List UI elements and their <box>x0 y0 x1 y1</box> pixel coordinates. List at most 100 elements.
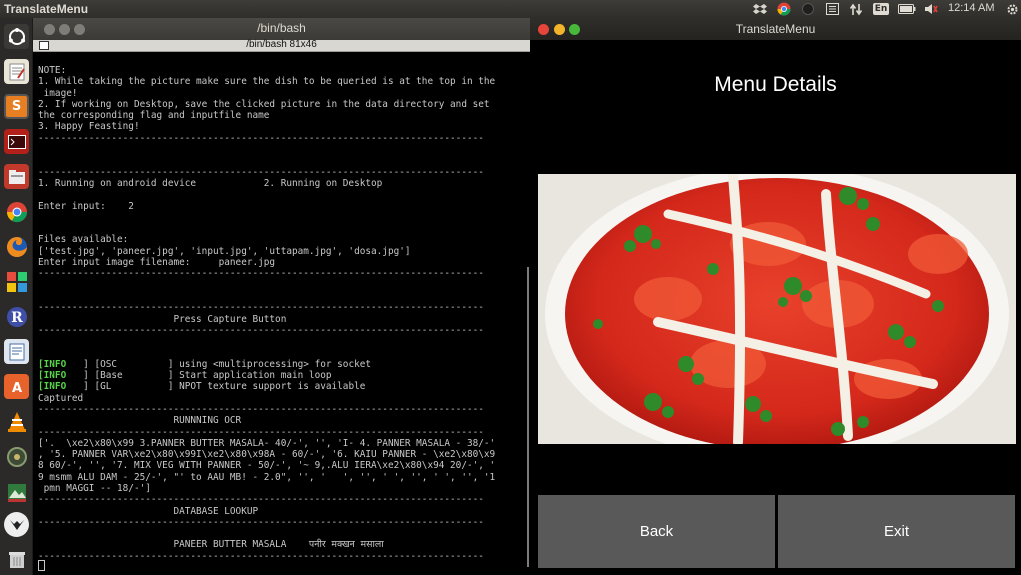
terminal-line: ----------------------------------------… <box>38 517 495 528</box>
exit-button[interactable]: Exit <box>778 495 1015 568</box>
terminal-lines: NOTE: 1. While taking the picture make su… <box>38 65 495 562</box>
vlc-icon[interactable] <box>4 409 29 434</box>
terminal-line-text: 8 60/-', '', '7. MIX VEG WITH PANNER - 5… <box>38 460 496 472</box>
terminal-line-text: 9 msmm ALU DAM - 25/-', "' to AAU MB! - … <box>38 471 496 483</box>
libreoffice-icon[interactable] <box>4 269 29 294</box>
terminal-line: Files available: <box>38 234 495 245</box>
terminal-line-text: image! <box>38 87 78 99</box>
volume-icon[interactable] <box>923 1 939 17</box>
terminal-line: ----------------------------------------… <box>38 427 495 438</box>
terminal-line-text: ['. \xe2\x80\x99 3.PANNER BUTTER MASALA-… <box>38 437 496 449</box>
terminal-scrollbar[interactable] <box>527 267 529 567</box>
terminal-cursor <box>38 560 45 571</box>
log-level-tag: [INFO <box>38 381 67 393</box>
page-title: Menu Details <box>714 73 837 96</box>
terminal-line-text: pmn MAGGI -- 18/-'] <box>38 482 151 494</box>
terminal-line-text: ] [Base ] Start application main loop <box>66 370 332 382</box>
svg-text:R: R <box>11 310 23 326</box>
terminal-line-text: DATABASE LOOKUP <box>38 505 259 517</box>
terminal-line: ----------------------------------------… <box>38 167 495 178</box>
terminal-line: 8 60/-', '', '7. MIX VEG WITH PANNER - 5… <box>38 460 495 471</box>
document-viewer-icon[interactable] <box>4 339 29 364</box>
terminal-line-text <box>38 223 44 234</box>
text-editor-icon[interactable] <box>4 59 29 84</box>
terminal-line-text: ----------------------------------------… <box>38 132 484 144</box>
terminal-line: image! <box>38 88 495 99</box>
notes-icon[interactable] <box>824 1 840 17</box>
dish-image <box>538 174 1016 444</box>
terminal-line: ----------------------------------------… <box>38 551 495 562</box>
tray-icon[interactable] <box>800 1 816 17</box>
log-level-tag: [INFO <box>38 358 67 370</box>
r-icon[interactable]: R <box>4 304 29 329</box>
terminal-line: 1. Running on android device 2. Running … <box>38 178 495 189</box>
terminal-line: 9 msmm ALU DAM - 25/-', "' to AAU MB! - … <box>38 472 495 483</box>
svg-text:A: A <box>11 381 21 396</box>
file-manager-icon[interactable] <box>4 164 29 189</box>
terminal-line-text <box>38 347 44 358</box>
terminal-output[interactable]: NOTE: 1. While taking the picture make su… <box>33 52 530 575</box>
top-panel: TranslateMenu En 12:14 AM <box>0 0 1021 18</box>
firefox-icon[interactable] <box>4 234 29 259</box>
terminal-line: NOTE: <box>38 65 495 76</box>
terminal-titlebar[interactable]: /bin/bash <box>33 18 530 40</box>
terminal-line: PANEER BUTTER MASALA पनीर मक्खन मसाला <box>38 539 495 550</box>
terminal-line: ----------------------------------------… <box>38 133 495 144</box>
terminal-line-text: 1. Running on android device 2. Running … <box>38 177 383 189</box>
system-tool-icon[interactable] <box>4 444 29 469</box>
terminal-line-text: ['test.jpg', 'paneer.jpg', 'input.jpg', … <box>38 245 411 257</box>
terminal-line-text: ----------------------------------------… <box>38 403 484 415</box>
terminal-line <box>38 528 495 539</box>
clock[interactable]: 12:14 AM <box>948 2 994 14</box>
terminal-line: Enter input image filename: paneer.jpg <box>38 257 495 268</box>
terminal-line: ----------------------------------------… <box>38 302 495 313</box>
terminal-line: ----------------------------------------… <box>38 268 495 279</box>
app-titlebar[interactable]: TranslateMenu <box>530 18 1021 40</box>
keyboard-icon[interactable]: En <box>872 1 890 17</box>
terminal-line-text: , '5. PANNER VAR\xe2\x80\x99I\xe2\x80\x9… <box>38 449 496 461</box>
terminal-line <box>38 155 495 166</box>
keyboard-layout: En <box>872 3 890 15</box>
battery-icon[interactable] <box>897 1 917 17</box>
terminal-line-text: 3. Happy Feasting! <box>38 121 140 133</box>
terminal-icon[interactable] <box>4 129 29 154</box>
terminal-line-text <box>38 144 44 155</box>
image-tool-icon[interactable] <box>4 479 29 504</box>
terminal-line-text: NOTE: <box>38 65 67 76</box>
terminal-line: ['. \xe2\x80\x99 3.PANNER BUTTER MASALA-… <box>38 438 495 449</box>
terminal-line: DATABASE LOOKUP <box>38 506 495 517</box>
terminal-line: 3. Happy Feasting! <box>38 121 495 132</box>
ubuntu-home-icon[interactable] <box>4 24 29 49</box>
terminal-line-text: PANEER BUTTER MASALA पनीर मक्खन मसाला <box>38 539 384 551</box>
window-title: /bin/bash <box>257 21 306 35</box>
terminal-tab-title: /bin/bash 81x46 <box>246 39 317 50</box>
back-button[interactable]: Back <box>538 495 775 568</box>
network-icon[interactable] <box>848 1 864 17</box>
terminal-line: ----------------------------------------… <box>38 325 495 336</box>
terminal-line-text: ----------------------------------------… <box>38 268 484 280</box>
chrome-icon[interactable] <box>4 199 29 224</box>
terminal-line-text: RUNNNING OCR <box>38 415 242 427</box>
inkscape-icon[interactable] <box>4 512 29 537</box>
terminal-line-text: ----------------------------------------… <box>38 516 484 528</box>
terminal-line-text: ] [OSC ] using <multiprocessing> for soc… <box>66 358 372 370</box>
sublime-text-icon[interactable]: S <box>4 94 29 119</box>
log-level-tag: [INFO <box>38 370 67 382</box>
software-center-icon[interactable]: A <box>4 374 29 399</box>
window-title: TranslateMenu <box>735 22 816 36</box>
settings-icon[interactable] <box>1004 1 1020 17</box>
terminal-line: Captured <box>38 393 495 404</box>
terminal-line: the corresponding flag and inputfile nam… <box>38 110 495 121</box>
terminal-line-text: 1. While taking the picture make sure th… <box>38 76 496 88</box>
terminal-line-text: the corresponding flag and inputfile nam… <box>38 110 270 122</box>
terminal-line-text: ----------------------------------------… <box>38 426 484 438</box>
terminal-line-text <box>38 336 44 347</box>
terminal-line: 1. While taking the picture make sure th… <box>38 76 495 87</box>
terminal-line-text: ----------------------------------------… <box>38 302 484 314</box>
chrome-icon[interactable] <box>776 1 792 17</box>
dropbox-icon[interactable] <box>752 1 768 17</box>
terminal-line-text: ----------------------------------------… <box>38 166 484 178</box>
terminal-line <box>38 144 495 155</box>
terminal-line <box>38 280 495 291</box>
trash-icon[interactable] <box>4 546 29 571</box>
